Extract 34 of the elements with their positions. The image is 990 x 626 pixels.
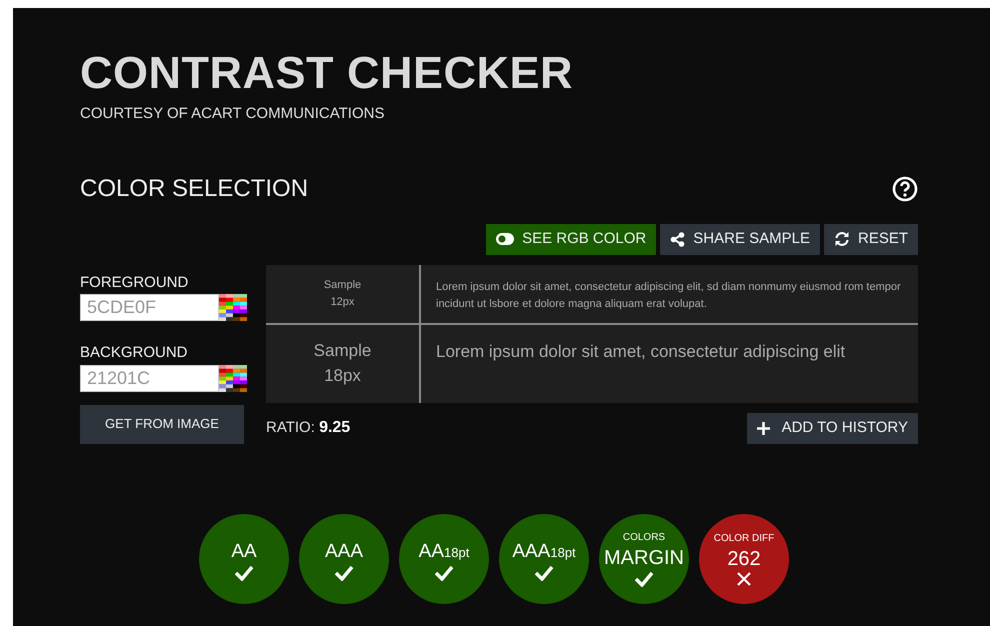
check-icon (334, 564, 354, 581)
help-icon[interactable] (892, 176, 918, 202)
check-icon (534, 564, 554, 581)
sample-label: Sample 12px (322, 278, 362, 310)
page-title: CONTRAST CHECKER (80, 50, 574, 95)
badge-label: AA (231, 542, 257, 563)
close-icon (737, 572, 751, 586)
check-icon (434, 564, 454, 581)
sample-text: Lorem ipsum dolor sit amet, consectetur adipiscing elit, sd diam nonmumy eiusmod rom tempor incidunt ut lsbore et dolore magna aliquam erat volupat. (435, 280, 902, 312)
share-button[interactable]: SHARE SAMPLE (660, 224, 820, 254)
ratio-text: RATIO: 9.25 (266, 418, 350, 438)
badge-caption: COLORS (622, 531, 666, 545)
toggle-icon (496, 233, 514, 245)
palette-icon[interactable] (219, 294, 247, 321)
rgb-toggle-button[interactable]: SEE RGB COLOR (486, 224, 656, 254)
sample-text: Lorem ipsum dolor sit amet, consectetur adipiscing elit (435, 340, 846, 362)
badge-caption: COLOR DIFF (714, 532, 774, 546)
palette-icon[interactable] (219, 364, 247, 392)
badge-label: MARGIN (604, 547, 684, 569)
refresh-icon (834, 231, 850, 247)
add-to-history-button[interactable]: ADD TO HISTORY (746, 412, 918, 444)
get-from-image-button[interactable]: GET FROM IMAGE (80, 404, 244, 444)
share-icon (670, 232, 686, 246)
field-label: FOREGROUND (80, 272, 190, 292)
badge-label: AAA (324, 542, 364, 563)
section-title: COLOR SELECTION (80, 176, 308, 200)
check-icon (234, 564, 254, 581)
field-label: BACKGROUND (80, 343, 189, 363)
subtitle: COURTESY OF ACART COMMUNICATIONS (80, 104, 386, 124)
reset-button[interactable]: RESET (824, 224, 918, 254)
badge-label: 262 (727, 548, 761, 570)
sample-label: Sample 18px (312, 340, 372, 386)
check-icon (634, 571, 654, 587)
plus-icon (756, 422, 770, 434)
